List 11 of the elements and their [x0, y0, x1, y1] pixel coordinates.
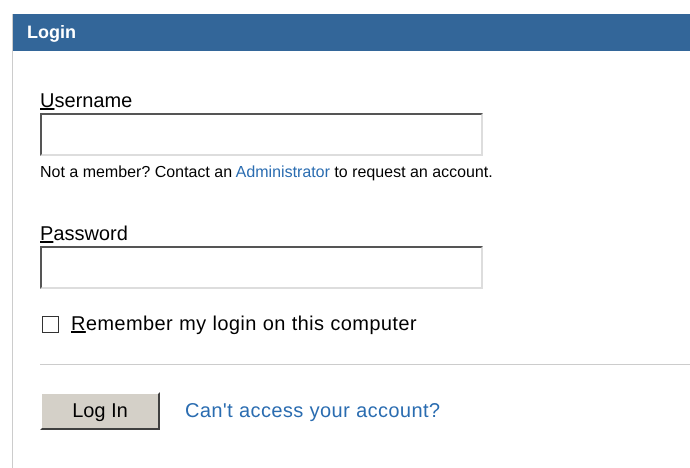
login-button[interactable]: Log In [40, 392, 160, 430]
username-field[interactable] [40, 113, 483, 156]
remember-label: Remember my login on this computer [71, 313, 417, 336]
administrator-link[interactable]: Administrator [236, 164, 330, 181]
password-label: Password [40, 222, 129, 246]
password-field[interactable] [40, 246, 483, 289]
panel-title: Login [27, 22, 76, 43]
username-label: Username [40, 89, 134, 113]
help-text: Not a member? Contact an Administrator to request an account. [40, 164, 494, 182]
access-account-link[interactable]: Can't access your account? [185, 400, 440, 422]
remember-checkbox[interactable] [42, 316, 59, 333]
